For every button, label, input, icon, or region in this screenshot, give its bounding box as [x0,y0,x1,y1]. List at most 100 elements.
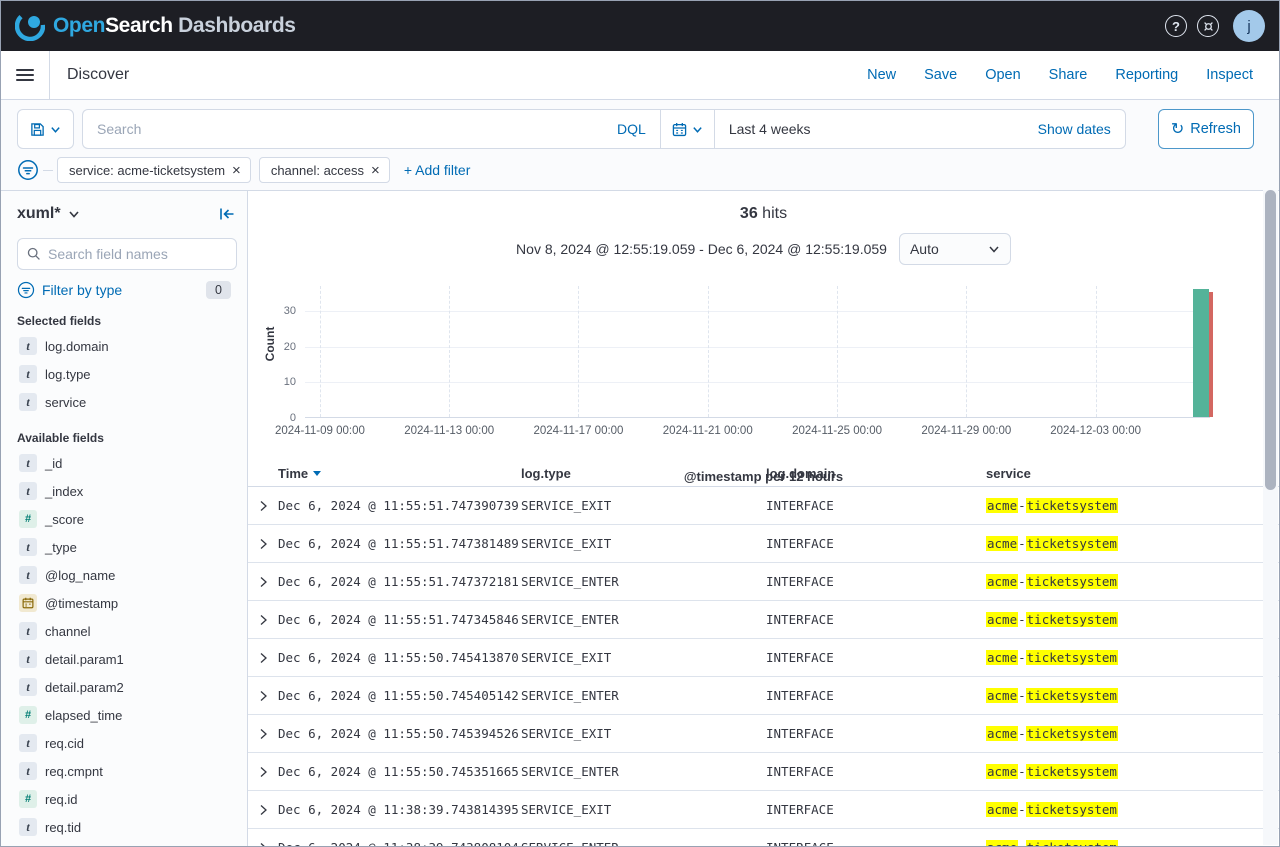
query-language-button[interactable]: DQL [607,121,646,137]
field-item-detail-param1[interactable]: tdetail.param1 [17,645,237,673]
expand-row-icon[interactable] [248,842,278,847]
filter-pill-label: channel: access [271,163,364,178]
refresh-button[interactable]: ↻ Refresh [1158,109,1254,149]
filter-pill[interactable]: channel: access × [259,157,390,183]
show-dates-button[interactable]: Show dates [1038,121,1125,137]
field-item--score[interactable]: #_score [17,505,237,533]
opensearch-logo[interactable]: OpenSearch Dashboards [15,11,296,41]
selected-fields-heading: Selected fields [17,314,237,328]
field-item-log-domain[interactable]: tlog.domain [17,332,237,360]
field-item--id[interactable]: t_id [17,449,237,477]
expand-row-icon[interactable] [248,728,278,740]
field-item-req-id[interactable]: #req.id [17,785,237,813]
v-gridline [837,286,838,417]
field-item-log-type[interactable]: tlog.type [17,360,237,388]
table-row: Dec 6, 2024 @ 11:55:50.745351665SERVICE_… [248,753,1279,791]
v-gridline [449,286,450,417]
field-item-detail-param2[interactable]: tdetail.param2 [17,673,237,701]
log-type-cell: SERVICE_EXIT [521,650,766,665]
h-gridline [305,311,1210,312]
field-item--log-name[interactable]: t@log_name [17,561,237,589]
user-avatar[interactable]: j [1233,10,1265,42]
x-tick-label: 2024-11-17 00:00 [513,425,643,437]
field-item-req-cid[interactable]: t req.cid [17,729,237,757]
search-input[interactable] [97,121,607,137]
expand-row-icon[interactable] [248,690,278,702]
menu-item-share[interactable]: Share [1049,67,1088,83]
expand-row-icon[interactable] [248,538,278,550]
remove-filter-icon[interactable]: × [232,163,241,178]
filter-type-count-badge: 0 [206,281,231,299]
collapse-sidebar-icon[interactable] [219,207,235,221]
field-search-input[interactable] [48,246,227,262]
chevron-down-icon [50,124,61,135]
field-search-box [17,238,237,270]
help-icon[interactable]: ? [1165,15,1187,37]
service-cell: acme-ticketsystem [986,574,1279,589]
service-cell: acme-ticketsystem [986,840,1279,847]
quick-select-button[interactable] [661,110,715,148]
v-gridline [578,286,579,417]
field-name: @log_name [45,568,115,583]
field-item--type[interactable]: t_type [17,533,237,561]
field-name: log.domain [45,339,109,354]
expand-row-icon[interactable] [248,614,278,626]
string-type-icon: t [19,734,37,752]
support-buoy-icon[interactable] [1197,15,1219,37]
field-item--timestamp[interactable]: @timestamp [17,589,237,617]
log-domain-cell: INTERFACE [766,764,986,779]
time-cell: Dec 6, 2024 @ 11:55:50.745394526 [278,726,521,741]
field-name: req.cid [45,736,84,751]
field-item-elapsed-time[interactable]: #elapsed_time [17,701,237,729]
brand-text: OpenSearch Dashboards [53,14,296,38]
interval-select[interactable]: Auto [899,233,1011,265]
expand-row-icon[interactable] [248,766,278,778]
log-type-cell: SERVICE_EXIT [521,726,766,741]
add-filter-button[interactable]: + Add filter [404,162,471,178]
filter-by-type[interactable]: Filter by type 0 [17,281,237,299]
top-header: OpenSearch Dashboards ? j [1,1,1279,51]
field-item-channel[interactable]: tchannel [17,617,237,645]
log-domain-cell: INTERFACE [766,650,986,665]
expand-row-icon[interactable] [248,804,278,816]
remove-filter-icon[interactable]: × [371,163,380,178]
filter-pill[interactable]: service: acme-ticketsystem× [57,157,251,183]
histogram-bar[interactable] [1209,292,1213,417]
field-item-req-cmpnt[interactable]: treq.cmpnt [17,757,237,785]
time-cell: Dec 6, 2024 @ 11:55:50.745413870 [278,650,521,665]
service-cell: acme-ticketsystem [986,726,1279,741]
time-cell: Dec 6, 2024 @ 11:55:51.747345846 [278,612,521,627]
histogram-bar[interactable] [1193,289,1209,417]
field-item-status[interactable]: tstatus [17,841,237,847]
expand-row-icon[interactable] [248,500,278,512]
string-type-icon: t [19,365,37,383]
field-item-req-tid[interactable]: treq.tid [17,813,237,841]
x-tick-label: 2024-11-13 00:00 [384,425,514,437]
table-row: Dec 6, 2024 @ 11:38:39.743808104SERVICE_… [248,829,1279,847]
saved-queries-button[interactable] [17,109,74,149]
menu-item-new[interactable]: New [867,67,896,83]
chart-time-range: Nov 8, 2024 @ 12:55:19.059 - Dec 6, 2024… [516,241,887,257]
log-type-cell: SERVICE_ENTER [521,612,766,627]
discover-main: 36 hits Nov 8, 2024 @ 12:55:19.059 - Dec… [248,191,1279,847]
y-tick-label: 0 [290,412,296,424]
log-domain-cell: INTERFACE [766,498,986,513]
string-type-icon: t [19,762,37,780]
menu-item-open[interactable]: Open [985,67,1020,83]
string-type-icon: t [19,678,37,696]
string-type-icon: t [19,818,37,836]
menu-hamburger-icon[interactable] [1,51,50,99]
filter-options-icon[interactable] [17,159,39,181]
menu-item-reporting[interactable]: Reporting [1115,67,1178,83]
opensearch-logo-icon [15,11,45,41]
available-fields-heading: Available fields [17,431,237,445]
field-item--index[interactable]: t_index [17,477,237,505]
menu-item-save[interactable]: Save [924,67,957,83]
field-item-service[interactable]: tservice [17,388,237,416]
menu-item-inspect[interactable]: Inspect [1206,67,1253,83]
scrollbar-thumb[interactable] [1265,190,1276,490]
expand-row-icon[interactable] [248,652,278,664]
time-range-value[interactable]: Last 4 weeks [715,121,811,137]
index-pattern-selector[interactable]: xuml* [17,205,80,223]
expand-row-icon[interactable] [248,576,278,588]
